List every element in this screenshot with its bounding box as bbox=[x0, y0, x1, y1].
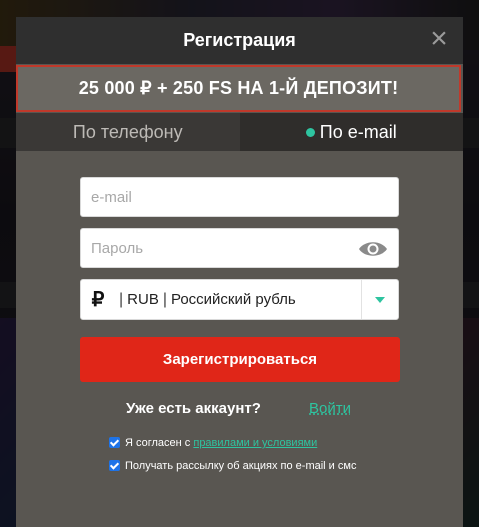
login-link[interactable]: Войти bbox=[309, 400, 351, 417]
register-button[interactable]: Зарегистрироваться bbox=[80, 337, 400, 382]
email-input[interactable] bbox=[81, 178, 398, 216]
active-tab-indicator bbox=[305, 127, 315, 137]
password-field bbox=[80, 228, 399, 268]
bonus-banner: 25 000 ₽ + 250 FS НА 1-Й ДЕПОЗИТ! bbox=[16, 65, 461, 112]
terms-label: Я согласен с правилами и условиями bbox=[125, 436, 317, 450]
login-prompt: Уже есть аккаунт? Войти bbox=[16, 400, 463, 420]
newsletter-label: Получать рассылку об акциях по e-mail и … bbox=[125, 460, 357, 472]
tab-by-phone[interactable]: По телефону bbox=[16, 113, 240, 151]
currency-separator: | bbox=[162, 290, 167, 308]
newsletter-checkbox[interactable] bbox=[109, 460, 120, 471]
eye-icon[interactable] bbox=[358, 239, 388, 259]
email-field bbox=[80, 177, 399, 217]
currency-name: Российский рубль bbox=[170, 291, 296, 308]
tab-by-email[interactable]: По e-mail bbox=[239, 113, 463, 151]
close-icon[interactable]: × bbox=[427, 24, 451, 54]
currency-select[interactable]: ₽ | RUB | Российский рубль bbox=[80, 279, 399, 320]
registration-modal: Регистрация × 25 000 ₽ + 250 FS НА 1-Й Д… bbox=[16, 17, 463, 527]
terms-consent: Я согласен с правилами и условиями bbox=[109, 436, 317, 450]
tab-by-phone-label: По телефону bbox=[72, 121, 183, 142]
currency-separator: | bbox=[119, 290, 124, 308]
ruble-icon: ₽ bbox=[91, 289, 105, 311]
terms-link[interactable]: правилами и условиями bbox=[193, 437, 317, 449]
registration-tabs: По телефону По e-mail bbox=[16, 113, 463, 151]
chevron-down-icon bbox=[375, 296, 385, 303]
terms-prefix: Я согласен с bbox=[125, 437, 194, 449]
password-input[interactable] bbox=[81, 229, 398, 267]
tab-by-email-label: По e-mail bbox=[319, 121, 397, 142]
terms-checkbox[interactable] bbox=[109, 437, 120, 448]
modal-title: Регистрация bbox=[183, 30, 296, 50]
newsletter-consent: Получать рассылку об акциях по e-mail и … bbox=[109, 459, 379, 473]
currency-code: RUB bbox=[127, 291, 159, 308]
modal-header: Регистрация × bbox=[16, 17, 463, 64]
currency-dropdown-toggle[interactable] bbox=[361, 280, 398, 319]
login-question: Уже есть аккаунт? bbox=[126, 400, 261, 417]
